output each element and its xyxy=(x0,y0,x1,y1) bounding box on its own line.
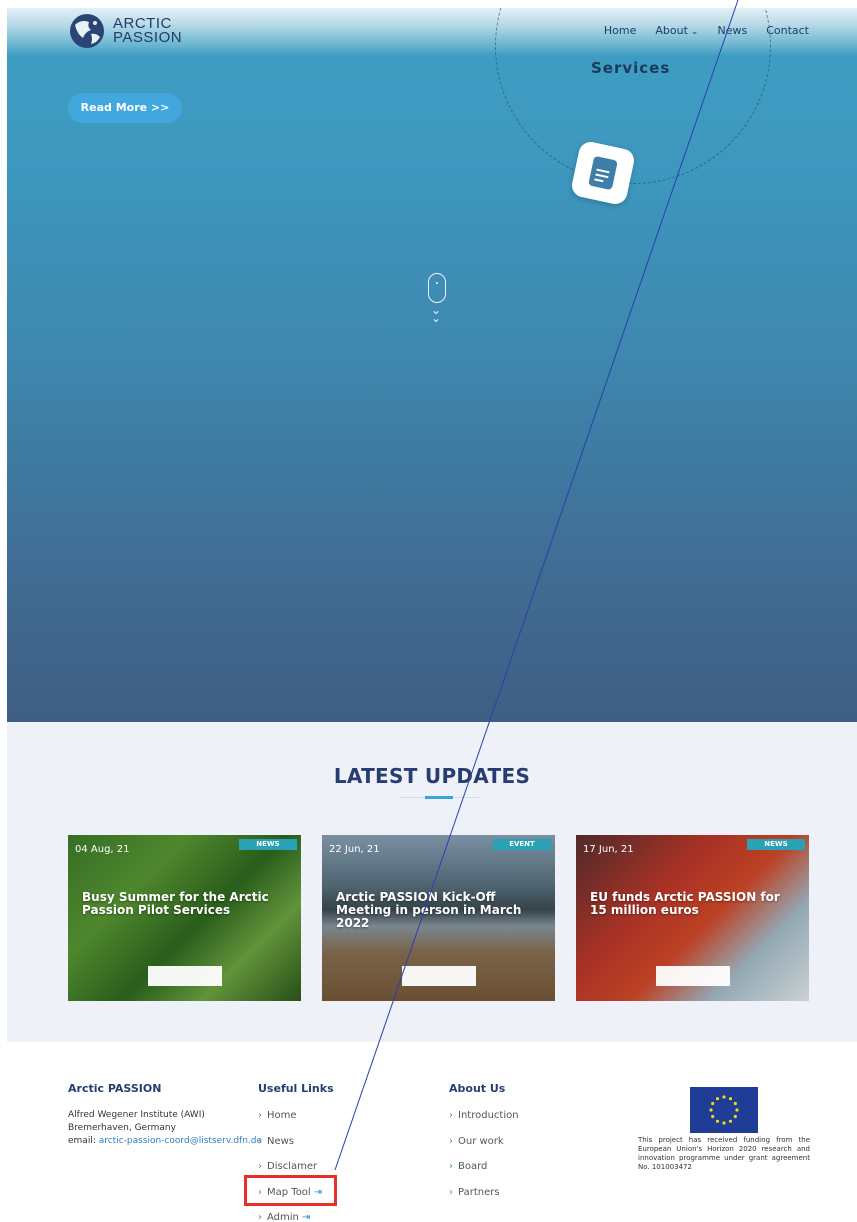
footer-link-board[interactable]: › Board xyxy=(449,1160,519,1186)
update-card-3[interactable]: 17 Jun, 21 NEWS EU funds Arctic PASSION … xyxy=(576,835,809,1001)
footer-link-partners[interactable]: › Partners xyxy=(449,1186,519,1212)
card-date: 22 Jun, 21 xyxy=(329,844,380,855)
title-divider-accent xyxy=(425,796,453,799)
chevron-right-icon: › xyxy=(449,1110,453,1121)
footer-link-home[interactable]: › Home xyxy=(258,1109,334,1135)
footer-link-label: Introduction xyxy=(458,1110,519,1121)
card-date: 17 Jun, 21 xyxy=(583,844,634,855)
footer-link-label: Home xyxy=(267,1110,297,1121)
card-title[interactable]: Arctic PASSION Kick-Off Meeting in perso… xyxy=(336,891,545,930)
nav-contact[interactable]: Contact xyxy=(766,24,809,37)
footer-heading: Arctic PASSION xyxy=(68,1082,162,1095)
card-title[interactable]: Busy Summer for the Arctic Passion Pilot… xyxy=(82,891,291,917)
double-chevron-down-icon: ⌄ ⌄ xyxy=(431,303,442,325)
read-more-button[interactable]: Read More >> xyxy=(68,93,182,123)
update-card-2[interactable]: 22 Jun, 21 EVENT Arctic PASSION Kick-Off… xyxy=(322,835,555,1001)
eu-funding-notice: This project has received funding from t… xyxy=(638,1136,810,1171)
footer-link-label: Admin xyxy=(267,1212,299,1222)
nav-contact-label: Contact xyxy=(766,24,809,37)
footer-link-label: Board xyxy=(458,1161,488,1172)
eu-flag-icon xyxy=(690,1087,758,1133)
chevron-right-icon: › xyxy=(449,1135,453,1147)
footer-link-label: Disclamer xyxy=(267,1161,318,1172)
card-badge: NEWS xyxy=(747,839,805,850)
card-date: 04 Aug, 21 xyxy=(75,844,130,855)
footer-link-label: Partners xyxy=(458,1186,500,1198)
footer-heading: About Us xyxy=(449,1082,506,1095)
footer-link-label: Our work xyxy=(458,1135,504,1147)
footer-col-about-us: About Us › Introduction › Our work › Board … xyxy=(449,1082,519,1211)
hero-section: ARCTIC PASSION Home About ⌄ News Contact … xyxy=(7,8,857,722)
chevron-right-icon: › xyxy=(449,1161,453,1172)
services-book-tile[interactable] xyxy=(569,139,637,207)
chevron-right-icon: › xyxy=(258,1135,262,1147)
site-logo[interactable]: ARCTIC PASSION xyxy=(67,12,182,50)
card-title[interactable]: EU funds Arctic PASSION for 15 million e… xyxy=(590,891,799,917)
footer-link-news[interactable]: › News xyxy=(258,1135,334,1161)
scroll-mouse-icon[interactable] xyxy=(428,273,446,303)
card-read-more-button[interactable]: Read more >> xyxy=(148,966,222,986)
footer-address-line: Bremerhaven, Germany xyxy=(68,1123,176,1133)
footer-col-contact: Arctic PASSION Alfred Wegener Institute … xyxy=(68,1082,262,1148)
card-read-more-button[interactable]: Read more >> xyxy=(402,966,476,986)
services-label[interactable]: Services xyxy=(591,59,670,77)
footer-link-admin[interactable]: › Admin ⇥ xyxy=(258,1211,334,1222)
card-badge: EVENT xyxy=(493,839,551,850)
footer-address-line: Alfred Wegener Institute (AWI) xyxy=(68,1110,205,1120)
logo-text-line2: PASSION xyxy=(113,29,183,46)
book-icon xyxy=(588,155,618,191)
external-link-icon: ⇥ xyxy=(301,1212,311,1222)
footer-link-label: News xyxy=(267,1135,295,1147)
card-read-more-button[interactable]: Read more >> xyxy=(656,966,730,986)
footer-link-our-work[interactable]: › Our work xyxy=(449,1135,519,1161)
logo-globe-icon xyxy=(70,14,104,48)
footer-heading: Useful Links xyxy=(258,1082,334,1095)
latest-updates-section: LATEST UPDATES 04 Aug, 21 NEWS Busy Summ… xyxy=(7,722,857,1042)
footer-email-label: email: xyxy=(68,1136,99,1146)
footer-email-link[interactable]: arctic-passion-coord@listserv.dfn.de xyxy=(99,1136,262,1146)
chevron-right-icon: › xyxy=(258,1161,262,1172)
chevron-right-icon: › xyxy=(258,1110,262,1121)
chevron-right-icon: › xyxy=(449,1186,453,1198)
card-badge: NEWS xyxy=(239,839,297,850)
update-card-1[interactable]: 04 Aug, 21 NEWS Busy Summer for the Arct… xyxy=(68,835,301,1001)
footer-link-introduction[interactable]: › Introduction xyxy=(449,1109,519,1135)
chevron-right-icon: › xyxy=(258,1212,262,1222)
latest-updates-title: LATEST UPDATES xyxy=(333,764,531,788)
map-tool-highlight-box xyxy=(244,1175,337,1206)
